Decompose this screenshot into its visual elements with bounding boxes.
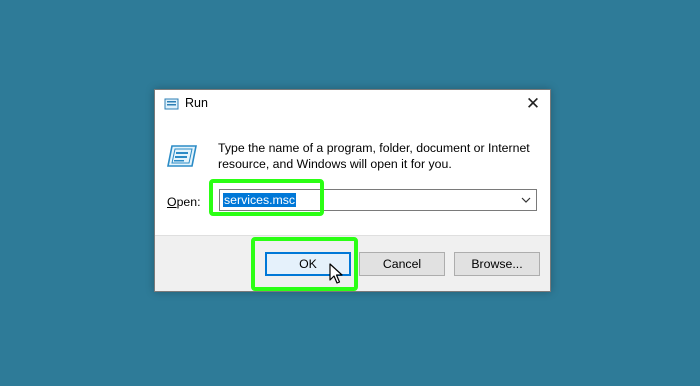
close-button[interactable]: ✕: [516, 90, 550, 118]
open-label-accelerator: O: [167, 195, 177, 209]
dialog-content: Type the name of a program, folder, docu…: [155, 118, 550, 235]
open-label: Open:: [167, 195, 201, 209]
run-icon: [167, 145, 197, 167]
chevron-down-icon[interactable]: [519, 192, 533, 208]
close-icon: ✕: [525, 94, 541, 113]
window-title: Run: [185, 96, 208, 110]
footer-divider: [155, 235, 550, 236]
description-text: Type the name of a program, folder, docu…: [218, 141, 530, 171]
open-label-text: pen:: [176, 195, 201, 209]
mouse-pointer-icon: [329, 263, 343, 284]
cancel-button[interactable]: Cancel: [359, 252, 445, 276]
browse-button[interactable]: Browse...: [454, 252, 540, 276]
title-bar[interactable]: Run ✕: [155, 90, 550, 118]
open-field-highlight: [209, 179, 324, 216]
run-icon: [164, 98, 179, 110]
